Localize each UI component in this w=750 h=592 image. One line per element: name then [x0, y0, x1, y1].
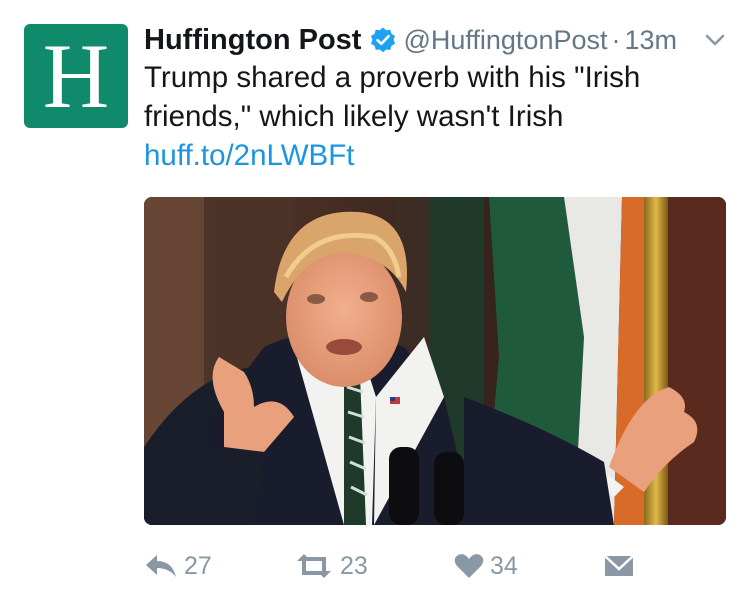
photo-illustration [144, 197, 726, 525]
tweet-body: Trump shared a proverb with his "Irish f… [144, 61, 641, 133]
tweet-actions: 27 23 34 [144, 546, 640, 586]
like-button[interactable]: 34 [454, 552, 604, 581]
envelope-icon [604, 554, 634, 578]
retweet-count: 23 [340, 551, 368, 580]
reply-button[interactable]: 27 [144, 552, 294, 581]
heart-icon [454, 553, 484, 579]
chevron-down-icon[interactable] [702, 27, 728, 53]
separator-dot: · [611, 24, 621, 55]
tweet-text: Trump shared a proverb with his "Irish f… [144, 58, 734, 175]
tweet-media-photo[interactable] [144, 197, 726, 525]
retweet-button[interactable]: 23 [294, 552, 454, 581]
tweet-header: Huffington Post @HuffingtonPost · 13m [144, 20, 728, 60]
tweet-timestamp[interactable]: 13m [624, 25, 677, 56]
direct-message-button[interactable] [604, 554, 640, 578]
like-count: 34 [490, 551, 518, 580]
account-name[interactable]: Huffington Post [144, 24, 361, 57]
avatar-letter: H [42, 25, 110, 127]
retweet-icon [294, 553, 334, 579]
verified-badge-icon [369, 26, 397, 54]
reply-icon [144, 553, 178, 579]
tweet-link[interactable]: huff.to/2nLWBFt [144, 139, 354, 172]
avatar[interactable]: H [24, 24, 128, 128]
reply-count: 27 [184, 551, 212, 580]
account-handle[interactable]: @HuffingtonPost [403, 25, 607, 56]
